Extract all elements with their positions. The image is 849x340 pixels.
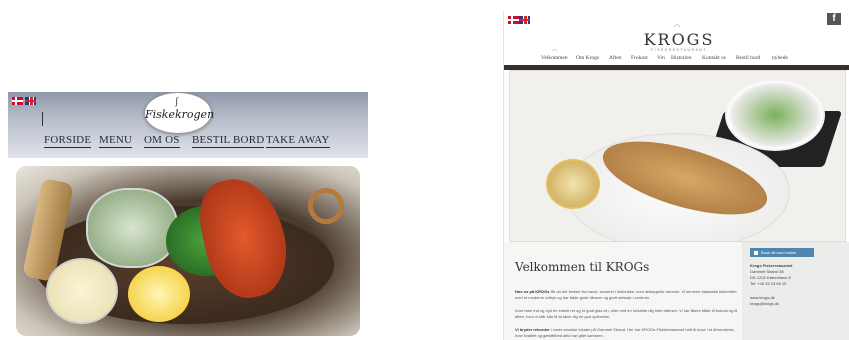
- active-nav-icon: ◠: [552, 49, 558, 55]
- calendar-icon: [754, 250, 758, 255]
- fiskekrogen-site: ʃ Fiskekrogen FORSIDE MENU OM OS BESTIL …: [8, 92, 368, 340]
- intro-paragraph: Hos os på KROGs får du det bedste fra ha…: [515, 289, 737, 300]
- slider-dots[interactable]: [678, 233, 702, 239]
- website-link[interactable]: www.krogs.dk: [750, 295, 775, 301]
- nav-bestil-bord[interactable]: Bestil bord: [736, 55, 760, 61]
- nav-frokost[interactable]: Frokost: [631, 55, 648, 61]
- restaurant-name: Krogs Fiskerestaurant: [750, 263, 793, 268]
- address-line-2: DK-1202 København K: [750, 275, 792, 280]
- danish-flag-icon[interactable]: [508, 16, 519, 24]
- left-header: ʃ Fiskekrogen FORSIDE MENU OM OS BESTIL …: [8, 92, 368, 158]
- uk-flag-icon[interactable]: [519, 16, 530, 24]
- krogs-site: f ◠ KROGS FISKERESTAURANT ◠ Velkommen Om…: [503, 10, 849, 340]
- nav-aften[interactable]: Aften: [609, 55, 622, 61]
- fish-hook-icon: ʃ: [175, 96, 179, 107]
- text-cursor-icon: [42, 112, 43, 126]
- nav-kontakt-os[interactable]: Kontakt os: [702, 55, 726, 61]
- history-paragraph: Vi bryder rekorder i vores smukke lokale…: [515, 327, 735, 338]
- logo-text: Fiskekrogen: [145, 108, 215, 121]
- krogs-logo[interactable]: KROGS: [624, 30, 734, 49]
- facebook-icon[interactable]: f: [827, 13, 841, 25]
- welcome-section: Velkommen til KROGs Hos os på KROGs får …: [504, 242, 849, 340]
- nav-velkommen[interactable]: Velkommen: [541, 55, 568, 61]
- nav-bestil-bord[interactable]: BESTIL BORD: [192, 134, 265, 148]
- visit-paragraph: Kom bare ind og nyd en enkelt ret og et …: [515, 308, 738, 319]
- nav-historien[interactable]: Historien: [671, 55, 691, 61]
- nav-om-krogs[interactable]: Om Krogs: [576, 55, 599, 61]
- email-link[interactable]: krogs@krogs.dk: [750, 301, 779, 307]
- nav-forside[interactable]: FORSIDE: [44, 134, 92, 148]
- phone-number: Tel: +45 33 15 89 15: [750, 281, 787, 286]
- nav-take-away[interactable]: TAKE AWAY: [266, 134, 330, 148]
- left-main-nav: FORSIDE MENU OM OS BESTIL BORD TAKE AWAY: [8, 134, 368, 150]
- fish-dish-hero-image: [509, 70, 846, 242]
- nav-vin[interactable]: Vin: [657, 55, 665, 61]
- nav-menu[interactable]: MENU: [99, 134, 133, 148]
- nav-nyhede[interactable]: nyhede: [772, 55, 788, 61]
- nav-om-os[interactable]: OM OS: [144, 134, 180, 148]
- address-line-1: Gammel Strand 38: [750, 269, 784, 274]
- contact-sidebar: Book dit bord online Krogs Fiskerestaura…: [742, 242, 849, 340]
- fiskekrogen-logo[interactable]: ʃ Fiskekrogen: [144, 92, 215, 134]
- right-main-nav: Velkommen Om Krogs Aften Frokost Vin His…: [504, 55, 849, 65]
- seafood-hero-image: [16, 166, 360, 336]
- book-table-button[interactable]: Book dit bord online: [750, 248, 814, 257]
- logo-subtitle: FISKERESTAURANT: [650, 48, 708, 52]
- danish-flag-icon[interactable]: [12, 97, 23, 105]
- welcome-title: Velkommen til KROGs: [515, 260, 650, 274]
- uk-flag-icon[interactable]: [25, 97, 36, 105]
